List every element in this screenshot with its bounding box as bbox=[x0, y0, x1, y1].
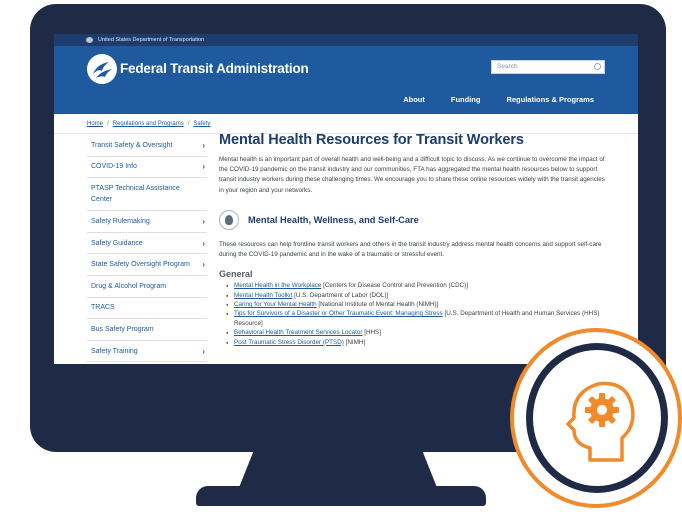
section-title: Mental Health, Wellness, and Self-Care bbox=[248, 214, 419, 225]
resource-list: Mental Health in the Workplace [Centers … bbox=[219, 281, 609, 347]
sidebar-item-state-safety[interactable]: State Safety Oversight Program › bbox=[87, 254, 207, 276]
gov-banner-text: United States Department of Transportati… bbox=[98, 37, 205, 43]
page-title: Mental Health Resources for Transit Work… bbox=[219, 132, 524, 148]
browser-screen: United States Department of Transportati… bbox=[54, 34, 638, 364]
resource-link[interactable]: Mental Health in the Workplace bbox=[234, 282, 321, 289]
sidebar-item-training[interactable]: Safety Training › bbox=[87, 341, 207, 363]
resource-link[interactable]: Tips for Survivors of a Disaster or Othe… bbox=[234, 310, 443, 317]
section-paragraph: These resources can help frontline trans… bbox=[219, 240, 602, 259]
chevron-right-icon: › bbox=[202, 238, 205, 248]
sidebar-item-tracs[interactable]: TRACS bbox=[87, 298, 207, 320]
resource-source: [HHS] bbox=[362, 329, 381, 337]
sidebar-item-label: Drug & Alcohol Program bbox=[91, 282, 167, 290]
sidebar-item-ptasp[interactable]: PTASP Technical Assistance Center bbox=[87, 178, 207, 212]
main-content: Mental Health Resources for Transit Work… bbox=[219, 131, 609, 347]
breadcrumb-safety[interactable]: Safety bbox=[193, 121, 210, 127]
sidebar-item-label: Safety Training bbox=[91, 347, 138, 355]
section-header: Mental Health, Wellness, and Self-Care bbox=[219, 209, 609, 230]
nav-about[interactable]: About bbox=[403, 95, 425, 104]
resource-source: [National Institute of Mental Health (NI… bbox=[316, 301, 439, 309]
resource-source: [Centers for Disease Control and Prevent… bbox=[321, 282, 469, 290]
sidebar-item-bus-safety[interactable]: Bus Safety Program bbox=[87, 319, 207, 341]
list-item: Caring for Your Mental Health [National … bbox=[226, 300, 609, 310]
sidebar-item-covid[interactable]: COVID-19 Info › bbox=[87, 157, 207, 179]
sidebar-item-label: Safety Rulemaking bbox=[91, 217, 150, 225]
sidebar-item-label: State Safety Oversight Program bbox=[91, 261, 190, 269]
chevron-right-icon: › bbox=[202, 346, 205, 356]
resource-source: [NIMH] bbox=[343, 338, 366, 346]
breadcrumb-separator: / bbox=[187, 121, 190, 127]
list-item: Mental Health Toolkit [U.S. Department o… bbox=[226, 291, 609, 301]
intro-paragraph: Mental health is an important part of ov… bbox=[219, 156, 605, 194]
chevron-right-icon: › bbox=[202, 216, 205, 226]
monitor-stand-neck bbox=[238, 450, 438, 490]
wellness-icon bbox=[219, 209, 239, 230]
chevron-right-icon: › bbox=[202, 140, 205, 150]
head-with-gear-icon bbox=[566, 381, 635, 462]
sidebar-item-label: Transit Safety & Oversight bbox=[91, 141, 173, 149]
resource-link[interactable]: Caring for Your Mental Health bbox=[234, 301, 317, 308]
chevron-right-icon: › bbox=[202, 260, 205, 270]
nav-regulations-programs[interactable]: Regulations & Programs bbox=[506, 95, 594, 104]
site-header: Federal Transit Administration Search Ab… bbox=[54, 46, 638, 114]
search-icon[interactable] bbox=[594, 63, 601, 70]
us-flag-icon bbox=[86, 37, 93, 43]
search-placeholder: Search bbox=[497, 63, 518, 70]
site-name[interactable]: Federal Transit Administration bbox=[120, 61, 309, 76]
list-item: Mental Health in the Workplace [Centers … bbox=[226, 281, 609, 291]
gov-banner: United States Department of Transportati… bbox=[54, 34, 638, 46]
list-item: Behavioral Health Treatment Services Loc… bbox=[226, 328, 609, 338]
sidebar-item-drug-alcohol[interactable]: Drug & Alcohol Program bbox=[87, 276, 207, 298]
breadcrumb-regulations[interactable]: Regulations and Programs bbox=[113, 121, 184, 127]
search-input[interactable]: Search bbox=[491, 60, 605, 74]
sidebar-item-guidance[interactable]: Safety Guidance › bbox=[87, 233, 207, 255]
fta-logo-icon[interactable] bbox=[87, 54, 117, 84]
general-heading: General bbox=[219, 269, 253, 280]
main-nav: About Funding Regulations & Programs bbox=[403, 95, 594, 104]
sidebar-item-label: Safety Guidance bbox=[91, 239, 143, 247]
chevron-right-icon: › bbox=[202, 162, 205, 172]
resource-link[interactable]: Mental Health Toolkit bbox=[234, 292, 292, 299]
monitor-stand-base bbox=[196, 486, 486, 506]
resource-link[interactable]: Post Traumatic Stress Disorder (PTSD) bbox=[234, 339, 344, 346]
resource-source: [U.S. Department of Labor (DOL)] bbox=[292, 291, 389, 299]
nav-funding[interactable]: Funding bbox=[451, 95, 481, 104]
sidebar-item-label: TRACS bbox=[91, 304, 115, 312]
sidebar-item-label: PTASP Technical Assistance Center bbox=[91, 185, 180, 204]
resource-link[interactable]: Behavioral Health Treatment Services Loc… bbox=[234, 329, 362, 336]
sidebar-item-label: COVID-19 Info bbox=[91, 163, 137, 171]
sidebar-item-rulemaking[interactable]: Safety Rulemaking › bbox=[87, 211, 207, 233]
breadcrumb-separator: / bbox=[107, 121, 109, 127]
sidebar-nav: Transit Safety & Oversight › COVID-19 In… bbox=[87, 135, 207, 363]
list-item: Tips for Survivors of a Disaster or Othe… bbox=[226, 309, 609, 328]
breadcrumb-home[interactable]: Home bbox=[87, 121, 103, 127]
sidebar-item-transit-safety[interactable]: Transit Safety & Oversight › bbox=[87, 135, 207, 157]
sidebar-item-label: Bus Safety Program bbox=[91, 325, 154, 333]
